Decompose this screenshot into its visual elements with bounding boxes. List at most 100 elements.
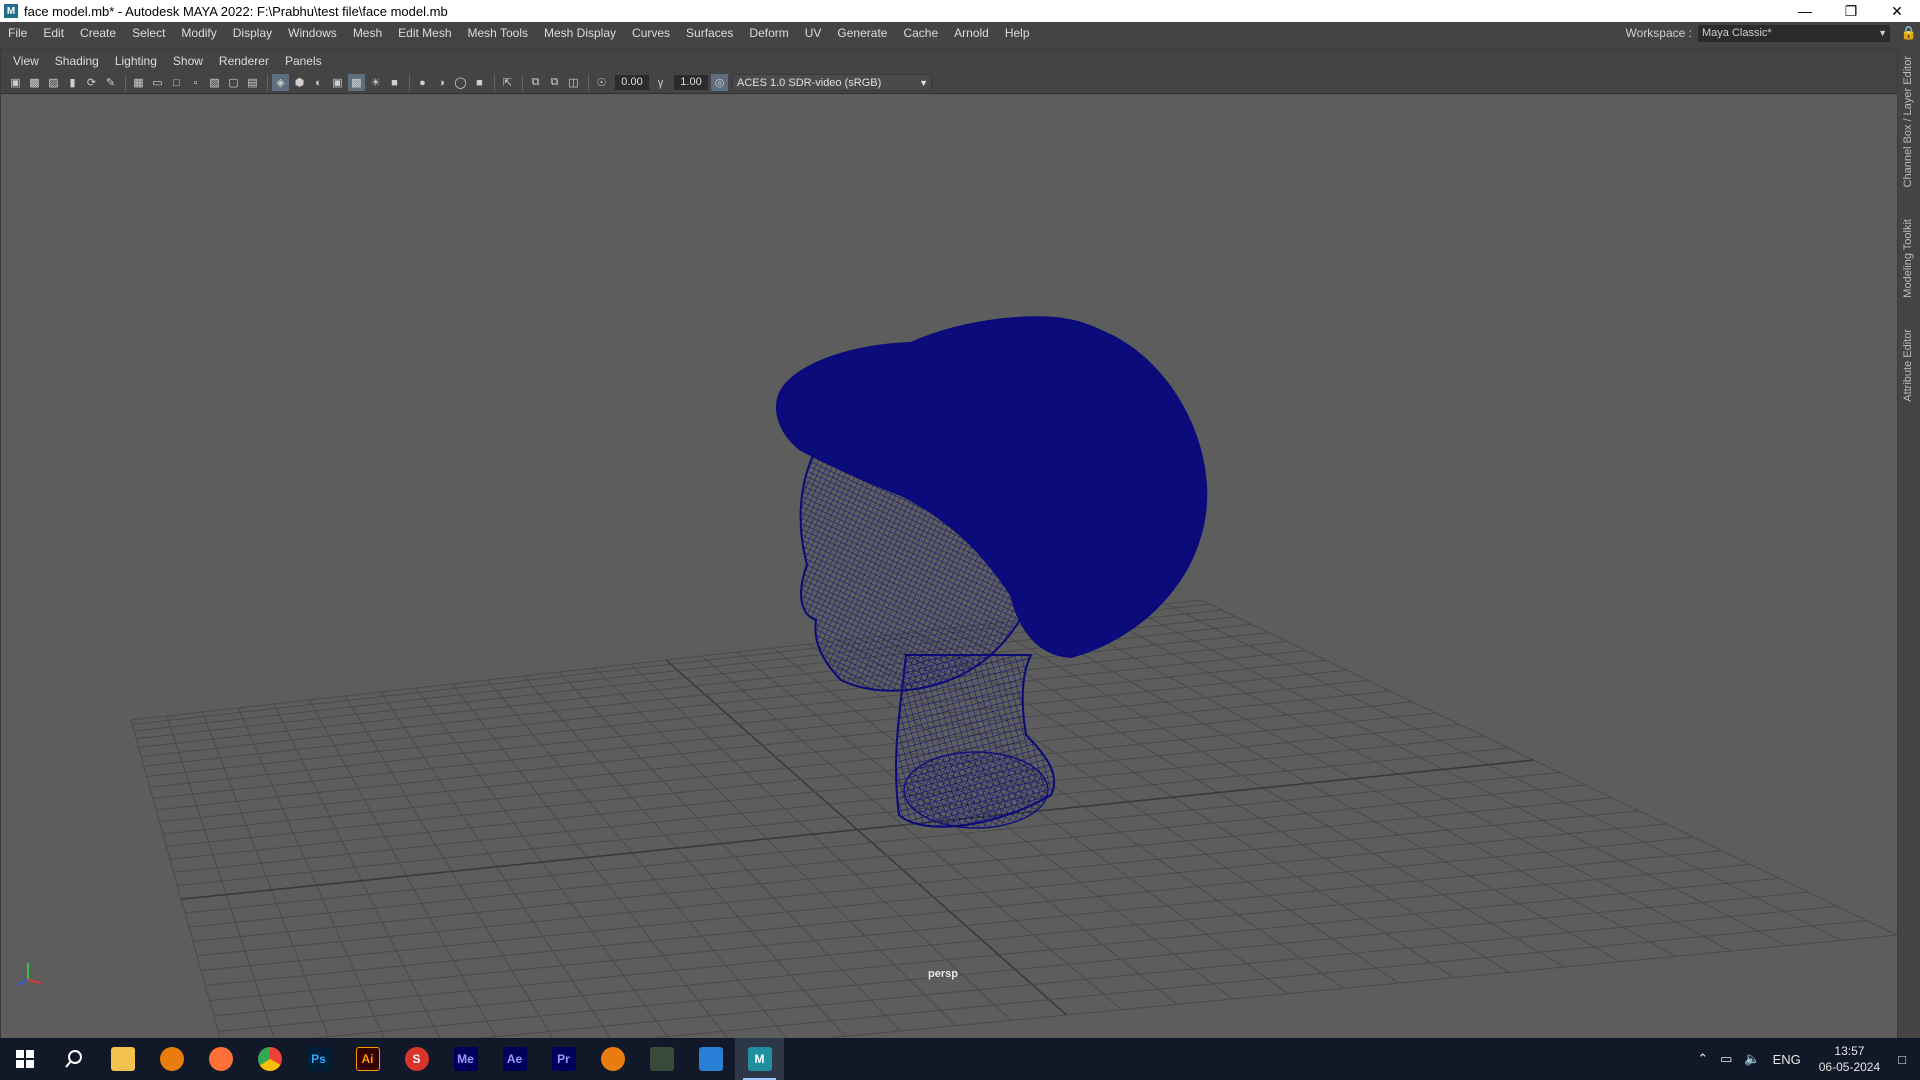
- wireframe-on-shaded-icon[interactable]: ▣: [329, 74, 346, 91]
- menu-modify[interactable]: Modify: [173, 22, 224, 44]
- grease-pencil-icon[interactable]: ✎: [102, 74, 119, 91]
- select-camera-icon[interactable]: ▣: [7, 74, 24, 91]
- menu-uv[interactable]: UV: [797, 22, 830, 44]
- menu-deform[interactable]: Deform: [741, 22, 796, 44]
- grid-line: [192, 797, 1612, 942]
- xray-icon[interactable]: ⧉: [527, 74, 544, 91]
- menu-curves[interactable]: Curves: [624, 22, 678, 44]
- taskbar-illustrator[interactable]: Ai: [343, 1038, 392, 1080]
- menu-windows[interactable]: Windows: [280, 22, 345, 44]
- menu-edit-mesh[interactable]: Edit Mesh: [390, 22, 459, 44]
- grid-line: [415, 687, 670, 1038]
- notifications-icon[interactable]: □: [1898, 1052, 1906, 1067]
- modeling-toolkit-tab[interactable]: Modeling Toolkit: [1902, 219, 1914, 298]
- wireframe-icon[interactable]: ◈: [272, 74, 289, 91]
- show-hidden-icons-icon[interactable]: ⌃: [1697, 1051, 1708, 1067]
- taskbar-photos[interactable]: [686, 1038, 735, 1080]
- workspace-value: Maya Classic*: [1702, 26, 1772, 39]
- default-material-icon[interactable]: ◐: [310, 74, 327, 91]
- channel-box-tab[interactable]: Channel Box / Layer Editor: [1902, 56, 1914, 187]
- menu-surfaces[interactable]: Surfaces: [678, 22, 741, 44]
- shadows-icon[interactable]: ■: [386, 74, 403, 91]
- 2d-pan-zoom-icon[interactable]: ⟳: [83, 74, 100, 91]
- head-wireframe-model[interactable]: [776, 316, 1208, 829]
- menu-file[interactable]: File: [0, 22, 35, 44]
- menu-mesh[interactable]: Mesh: [345, 22, 390, 44]
- image-plane-icon[interactable]: ▮: [64, 74, 81, 91]
- clock[interactable]: 13:57 06-05-2024: [1819, 1043, 1880, 1075]
- restore-button[interactable]: ❐: [1828, 0, 1874, 22]
- panel-menubar: View Shading Lighting Show Renderer Pane…: [1, 50, 1897, 72]
- taskbar-media-encoder[interactable]: Me: [441, 1038, 490, 1080]
- taskbar-after-effects[interactable]: Ae: [490, 1038, 539, 1080]
- color-management-icon[interactable]: ◎: [711, 74, 728, 91]
- window-title: face model.mb* - Autodesk MAYA 2022: F:\…: [24, 3, 448, 19]
- menu-edit[interactable]: Edit: [35, 22, 72, 44]
- menu-arnold[interactable]: Arnold: [946, 22, 997, 44]
- ambient-occlusion-icon[interactable]: ●: [414, 74, 431, 91]
- volume-icon[interactable]: 🔈: [1744, 1051, 1760, 1067]
- taskbar-chrome[interactable]: [245, 1038, 294, 1080]
- camera-attributes-icon[interactable]: ▩: [26, 74, 43, 91]
- menu-cache[interactable]: Cache: [895, 22, 946, 44]
- menu-create[interactable]: Create: [72, 22, 124, 44]
- attribute-editor-tab[interactable]: Attribute Editor: [1902, 329, 1914, 402]
- panel-menu-panels[interactable]: Panels: [277, 54, 330, 68]
- network-icon[interactable]: ▭: [1720, 1051, 1732, 1067]
- menu-mesh-tools[interactable]: Mesh Tools: [460, 22, 536, 44]
- multisample-icon[interactable]: ◯: [452, 74, 469, 91]
- taskbar-premiere[interactable]: Pr: [539, 1038, 588, 1080]
- menu-help[interactable]: Help: [997, 22, 1038, 44]
- safe-action-icon[interactable]: ▢: [225, 74, 242, 91]
- taskbar-blender-2[interactable]: [588, 1038, 637, 1080]
- panel-menu-renderer[interactable]: Renderer: [211, 54, 277, 68]
- gate-mask-icon[interactable]: ▫: [187, 74, 204, 91]
- exposure-icon[interactable]: ☉: [593, 74, 610, 91]
- blender-icon: [600, 1047, 625, 1071]
- textured-icon[interactable]: ▩: [348, 74, 365, 91]
- grid-icon[interactable]: ▦: [130, 74, 147, 91]
- taskbar-firefox[interactable]: [196, 1038, 245, 1080]
- xray-joints-icon[interactable]: ◫: [565, 74, 582, 91]
- taskbar-file-explorer[interactable]: [98, 1038, 147, 1080]
- use-all-lights-icon[interactable]: ☀: [367, 74, 384, 91]
- start-button[interactable]: [0, 1038, 49, 1080]
- color-space-dropdown[interactable]: ACES 1.0 SDR-video (sRGB) ▼: [732, 74, 932, 91]
- minimize-button[interactable]: —: [1782, 0, 1828, 22]
- 3d-viewport[interactable]: [1, 95, 1897, 1038]
- bookmarks-icon[interactable]: ▨: [45, 74, 62, 91]
- taskbar-sketchup[interactable]: S: [392, 1038, 441, 1080]
- menu-generate[interactable]: Generate: [829, 22, 895, 44]
- depth-of-field-icon[interactable]: ■: [471, 74, 488, 91]
- gamma-icon[interactable]: γ: [652, 74, 669, 91]
- windows-logo-icon: [15, 1050, 34, 1068]
- menu-select[interactable]: Select: [124, 22, 173, 44]
- panel-menu-show[interactable]: Show: [165, 54, 211, 68]
- workspace-dropdown[interactable]: Maya Classic* ▼: [1698, 24, 1890, 42]
- language-indicator[interactable]: ENG: [1773, 1052, 1801, 1067]
- safe-title-icon[interactable]: ▤: [244, 74, 261, 91]
- close-button[interactable]: ✕: [1874, 0, 1920, 22]
- taskbar-vectornator[interactable]: [637, 1038, 686, 1080]
- search-button[interactable]: [49, 1038, 98, 1080]
- taskbar-blender[interactable]: [147, 1038, 196, 1080]
- motion-blur-icon[interactable]: ◑: [433, 74, 450, 91]
- grid-line: [162, 701, 1413, 835]
- xray-active-icon[interactable]: ⧉: [546, 74, 563, 91]
- lock-icon[interactable]: 🔒: [1898, 25, 1920, 41]
- panel-menu-lighting[interactable]: Lighting: [107, 54, 165, 68]
- resolution-gate-icon[interactable]: □: [168, 74, 185, 91]
- grid-line: [166, 715, 275, 1038]
- smooth-shade-icon[interactable]: ⬢: [291, 74, 308, 91]
- field-chart-icon[interactable]: ▧: [206, 74, 223, 91]
- taskbar-photoshop[interactable]: Ps: [294, 1038, 343, 1080]
- menu-display[interactable]: Display: [225, 22, 280, 44]
- isolate-select-icon[interactable]: ⇱: [499, 74, 516, 91]
- menu-mesh-display[interactable]: Mesh Display: [536, 22, 624, 44]
- exposure-field[interactable]: 0.00: [615, 75, 649, 90]
- taskbar-maya[interactable]: M: [735, 1038, 784, 1080]
- panel-menu-view[interactable]: View: [5, 54, 47, 68]
- panel-menu-shading[interactable]: Shading: [47, 54, 107, 68]
- film-gate-icon[interactable]: ▭: [149, 74, 166, 91]
- gamma-field[interactable]: 1.00: [674, 75, 708, 90]
